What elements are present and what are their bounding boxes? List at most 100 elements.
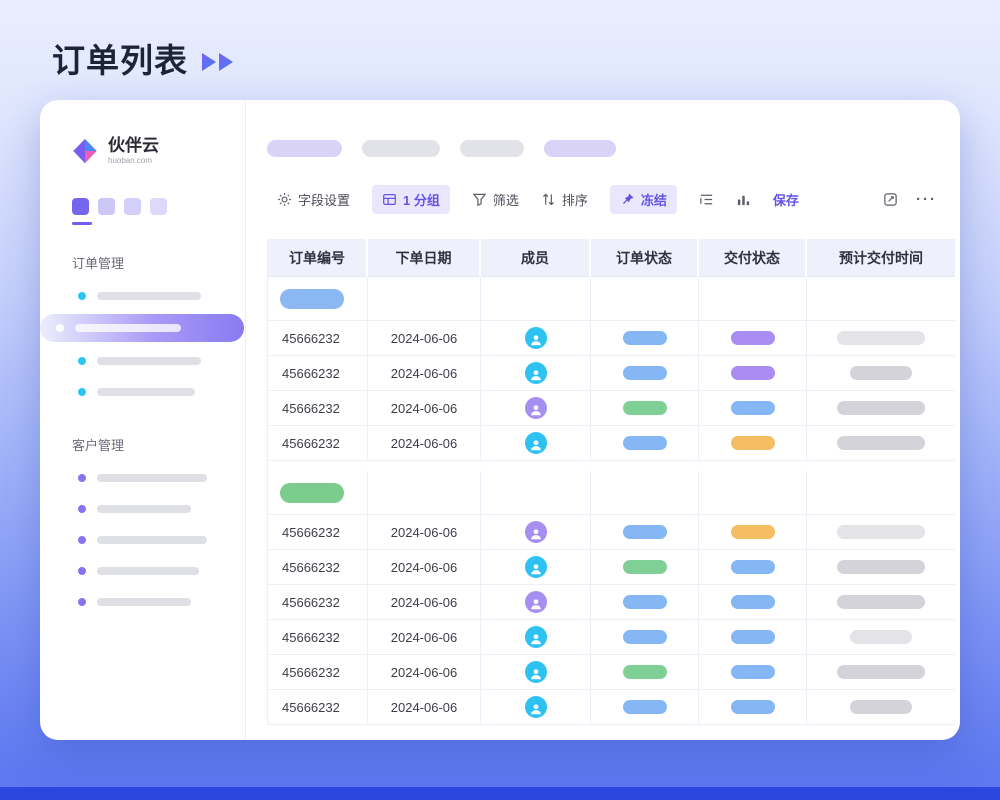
workspace-tab-active[interactable] [72,198,89,215]
order-number-cell[interactable]: 45666232 [268,356,368,391]
delivery-status-cell[interactable] [699,391,807,426]
sidebar-item[interactable] [40,555,245,586]
order-number-cell[interactable]: 45666232 [268,655,368,690]
order-number-cell[interactable]: 45666232 [268,585,368,620]
order-status-cell[interactable] [591,515,699,550]
member-cell[interactable] [481,391,591,426]
table-row[interactable]: 456662322024-06-06 [268,321,955,356]
order-status-cell[interactable] [591,655,699,690]
expected-delivery-cell[interactable] [807,690,955,725]
sidebar-item-selected[interactable] [40,314,244,342]
expected-delivery-cell[interactable] [807,585,955,620]
delivery-status-cell[interactable] [699,655,807,690]
order-date-cell[interactable]: 2024-06-06 [368,515,481,550]
delivery-status-cell[interactable] [699,550,807,585]
group-header-row[interactable] [268,277,955,321]
expected-delivery-cell[interactable] [807,356,955,391]
workspace-tab[interactable] [124,198,141,215]
table-row[interactable]: 456662322024-06-06 [268,356,955,391]
table-row[interactable]: 456662322024-06-06 [268,515,955,550]
group-chip-button[interactable]: 1 分组 [372,185,450,214]
field-settings-button[interactable]: 字段设置 [277,190,350,209]
expected-delivery-cell[interactable] [807,391,955,426]
expected-delivery-cell[interactable] [807,321,955,356]
order-status-cell[interactable] [591,426,699,461]
order-date-cell[interactable]: 2024-06-06 [368,426,481,461]
column-header[interactable]: 成员 [481,239,591,277]
table-row[interactable]: 456662322024-06-06 [268,391,955,426]
workspace-tab[interactable] [150,198,167,215]
order-number-cell[interactable]: 45666232 [268,426,368,461]
order-date-cell[interactable]: 2024-06-06 [368,620,481,655]
expected-delivery-cell[interactable] [807,426,955,461]
group-header-row[interactable] [268,471,955,515]
order-date-cell[interactable]: 2024-06-06 [368,655,481,690]
column-header[interactable]: 下单日期 [368,239,481,277]
order-number-cell[interactable]: 45666232 [268,550,368,585]
member-cell[interactable] [481,321,591,356]
delivery-status-cell[interactable] [699,690,807,725]
column-header[interactable]: 订单编号 [268,239,368,277]
table-row[interactable]: 456662322024-06-06 [268,620,955,655]
expected-delivery-cell[interactable] [807,655,955,690]
sidebar-item[interactable] [40,586,245,617]
table-row[interactable]: 456662322024-06-06 [268,585,955,620]
order-date-cell[interactable]: 2024-06-06 [368,321,481,356]
column-header[interactable]: 订单状态 [591,239,699,277]
sidebar-item[interactable] [40,280,245,311]
order-number-cell[interactable]: 45666232 [268,515,368,550]
order-status-cell[interactable] [591,585,699,620]
order-status-cell[interactable] [591,550,699,585]
table-row[interactable]: 456662322024-06-06 [268,690,955,725]
order-status-cell[interactable] [591,620,699,655]
row-indent-button[interactable] [699,192,714,207]
order-date-cell[interactable]: 2024-06-06 [368,585,481,620]
order-date-cell[interactable]: 2024-06-06 [368,690,481,725]
table-row[interactable]: 456662322024-06-06 [268,426,955,461]
expected-delivery-cell[interactable] [807,620,955,655]
expected-delivery-cell[interactable] [807,550,955,585]
table-row[interactable]: 456662322024-06-06 [268,655,955,690]
delivery-status-cell[interactable] [699,356,807,391]
member-cell[interactable] [481,426,591,461]
sidebar-item[interactable] [40,493,245,524]
sidebar-item[interactable] [40,345,245,376]
order-number-cell[interactable]: 45666232 [268,620,368,655]
order-date-cell[interactable]: 2024-06-06 [368,356,481,391]
order-number-cell[interactable]: 45666232 [268,690,368,725]
column-header[interactable]: 交付状态 [699,239,807,277]
order-date-cell[interactable]: 2024-06-06 [368,391,481,426]
freeze-chip-button[interactable]: 冻结 [610,185,677,214]
member-cell[interactable] [481,550,591,585]
workspace-tab[interactable] [98,198,115,215]
member-cell[interactable] [481,585,591,620]
order-number-cell[interactable]: 45666232 [268,391,368,426]
edit-share-button[interactable] [883,192,898,207]
delivery-status-cell[interactable] [699,620,807,655]
order-status-cell[interactable] [591,321,699,356]
sidebar-item[interactable] [40,524,245,555]
expected-delivery-cell[interactable] [807,515,955,550]
sort-button[interactable]: 排序 [541,190,588,209]
statistics-button[interactable] [736,192,751,207]
member-cell[interactable] [481,356,591,391]
order-number-cell[interactable]: 45666232 [268,321,368,356]
delivery-status-cell[interactable] [699,585,807,620]
member-cell[interactable] [481,655,591,690]
more-button[interactable]: ··· [916,191,937,208]
member-cell[interactable] [481,620,591,655]
sidebar-item[interactable] [40,462,245,493]
filter-button[interactable]: 筛选 [472,190,519,209]
order-date-cell[interactable]: 2024-06-06 [368,550,481,585]
order-status-cell[interactable] [591,391,699,426]
member-cell[interactable] [481,515,591,550]
order-status-cell[interactable] [591,690,699,725]
delivery-status-cell[interactable] [699,321,807,356]
delivery-status-cell[interactable] [699,426,807,461]
member-cell[interactable] [481,690,591,725]
order-status-cell[interactable] [591,356,699,391]
sidebar-item[interactable] [40,376,245,407]
delivery-status-cell[interactable] [699,515,807,550]
column-header[interactable]: 预计交付时间 [807,239,955,277]
table-row[interactable]: 456662322024-06-06 [268,550,955,585]
